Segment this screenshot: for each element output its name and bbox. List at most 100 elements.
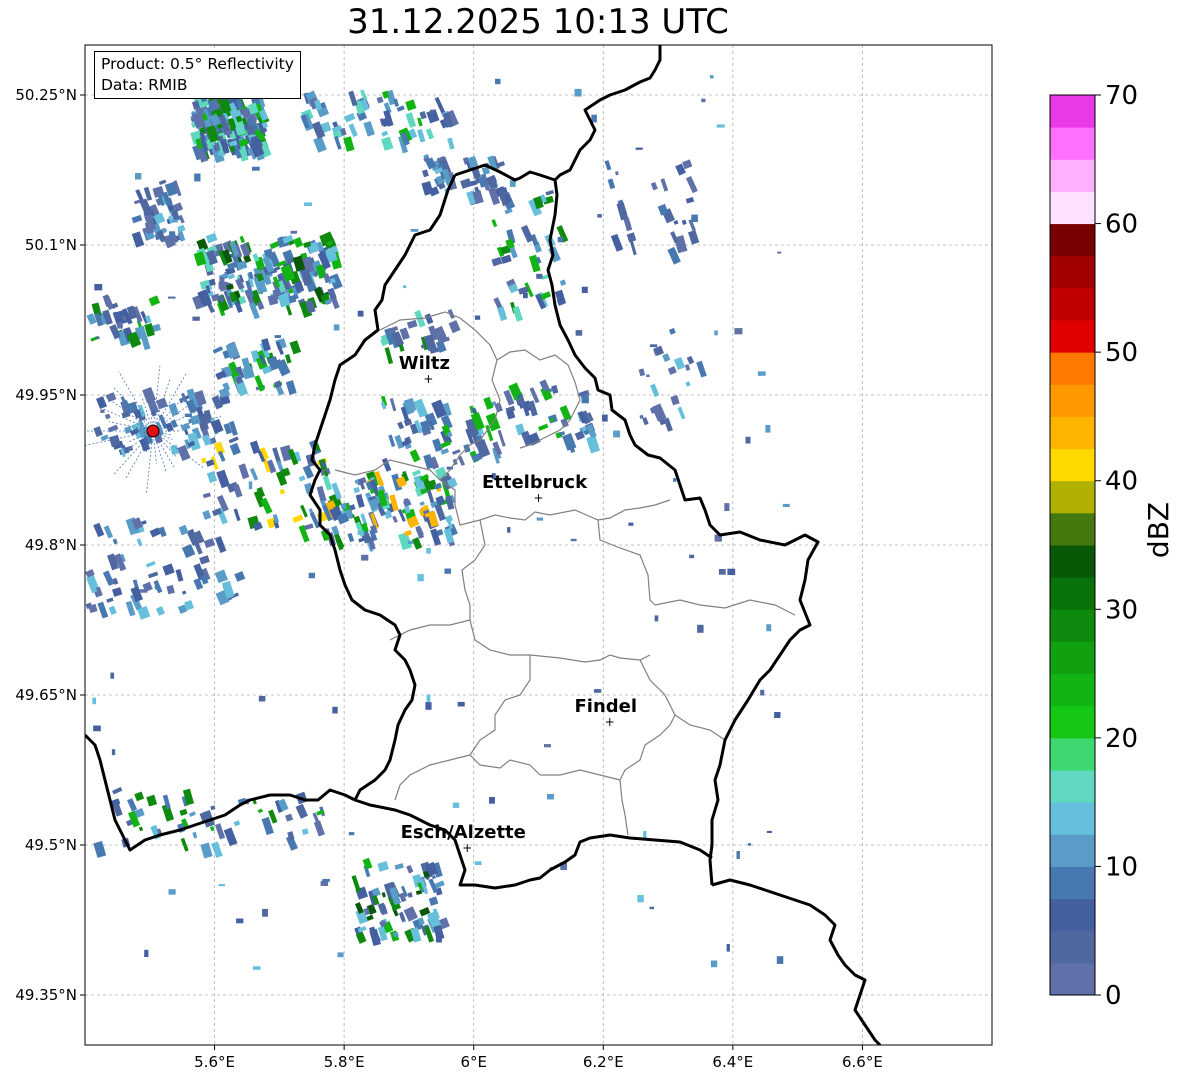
echo-cell [766,830,772,833]
city-label: Findel [574,696,637,717]
lat-tick-label: 50.25°N [15,86,77,104]
echo-cell [649,344,658,348]
lon-tick-label: 6.6°E [842,1053,883,1071]
colorbar-swatch [1050,545,1095,578]
echo-cell [361,554,369,561]
echo-cell [710,960,718,968]
product-label: Product: 0.5° Reflectivity [101,55,294,73]
echo-cell [168,889,176,895]
echo-cell [337,952,344,958]
echo-cell [697,624,704,633]
colorbar-swatch [1050,416,1095,450]
echo-cell [495,78,501,85]
city-label: Esch/Alzette [401,822,526,843]
lon-tick-label: 5.8°E [324,1053,365,1071]
colorbar-swatch [1050,834,1095,867]
lat-tick-label: 49.95°N [15,386,77,404]
lat-tick-label: 50.1°N [25,236,77,254]
echo-cell [219,277,225,283]
echo-cell [217,152,225,156]
echo-cell [169,231,176,238]
city-marker: + [533,491,543,505]
echo-cell [613,430,621,438]
echo-cell [435,934,442,943]
echo-cell [252,966,261,970]
colorbar-swatch [1050,802,1095,835]
city-marker: + [423,372,433,386]
colorbar-swatch [1050,480,1095,514]
colorbar-swatch [1050,223,1095,257]
echo-cell [218,884,225,887]
echo-cell [673,478,677,482]
colorbar-tick-label: 70 [1105,81,1138,111]
echo-cell [111,749,116,756]
echo-cell [417,574,424,582]
colorbar-tick-label: 50 [1105,338,1138,368]
echo-cell [646,374,650,377]
echo-cell [457,701,465,707]
colorbar-swatch [1050,191,1095,225]
echo-cell [94,284,103,291]
echo-cell [602,414,608,422]
echo-cell [747,843,752,846]
echo-cell [628,522,634,526]
echo-cell [348,832,355,836]
echo-cell [191,111,198,114]
echo-cell [734,328,743,335]
colorbar-swatch [1050,384,1095,417]
echo-cell [218,281,227,290]
echo-cell [635,147,643,150]
echo-cell [194,173,201,182]
colorbar-swatch [1050,95,1095,128]
echo-cell [192,316,200,321]
echo-cell [475,315,481,320]
colorbar-swatch [1050,930,1095,964]
echo-cell [444,568,451,574]
city-marker: + [605,715,615,729]
colorbar-tick-label: 10 [1105,852,1138,882]
colorbar-swatch [1050,159,1095,192]
echo-cell [236,918,244,924]
radar-map[interactable]: 5.6°E 5.8°E 6°E 6.2°E 6.4°E 6.6°E 50.25°N 50.1°… [0,0,1000,1081]
echo-cell [597,214,602,218]
echo-cell [135,173,142,180]
echo-cell [689,554,695,559]
echo-cell [536,273,543,279]
radar-site [146,424,160,438]
echo-cell [557,236,564,243]
echo-cell [248,481,253,490]
echo-cell [701,98,706,103]
echo-cell [452,802,460,808]
echo-cell [523,292,528,299]
colorbar-tick-label: 20 [1105,724,1138,754]
echo-cell [93,725,101,732]
colorbar-swatch [1050,320,1095,353]
echo-cell [100,409,105,413]
echo-cell [581,395,589,404]
echo-cell [649,906,654,910]
echo-cell [714,330,718,336]
colorbar-swatch [1050,448,1095,482]
echo-cell [357,310,364,317]
echo-cell [252,166,260,171]
colorbar-swatch [1050,705,1095,739]
colorbar-swatch [1050,609,1095,642]
echo-cell [544,744,551,748]
echo-cell [313,271,318,277]
echo-cell [777,251,782,254]
echo-cell [774,712,781,718]
lat-tick-label: 49.35°N [15,986,77,1004]
lon-tick-label: 5.6°E [194,1053,235,1071]
colorbar-swatch [1050,512,1095,546]
echo-cell [403,285,407,289]
echo-cell [757,371,766,376]
colorbar-ticks: 0 10 20 30 40 50 60 70 [1095,81,1138,1011]
colorbar-swatch [1050,770,1095,803]
lon-tick-label: 6°E [460,1053,487,1071]
echo-cell [765,425,771,433]
echo-cell [594,689,602,693]
colorbar-swatches [1049,94,1096,996]
echo-cell [570,538,577,542]
colorbar-swatch [1050,641,1095,675]
echo-cell [284,292,289,300]
